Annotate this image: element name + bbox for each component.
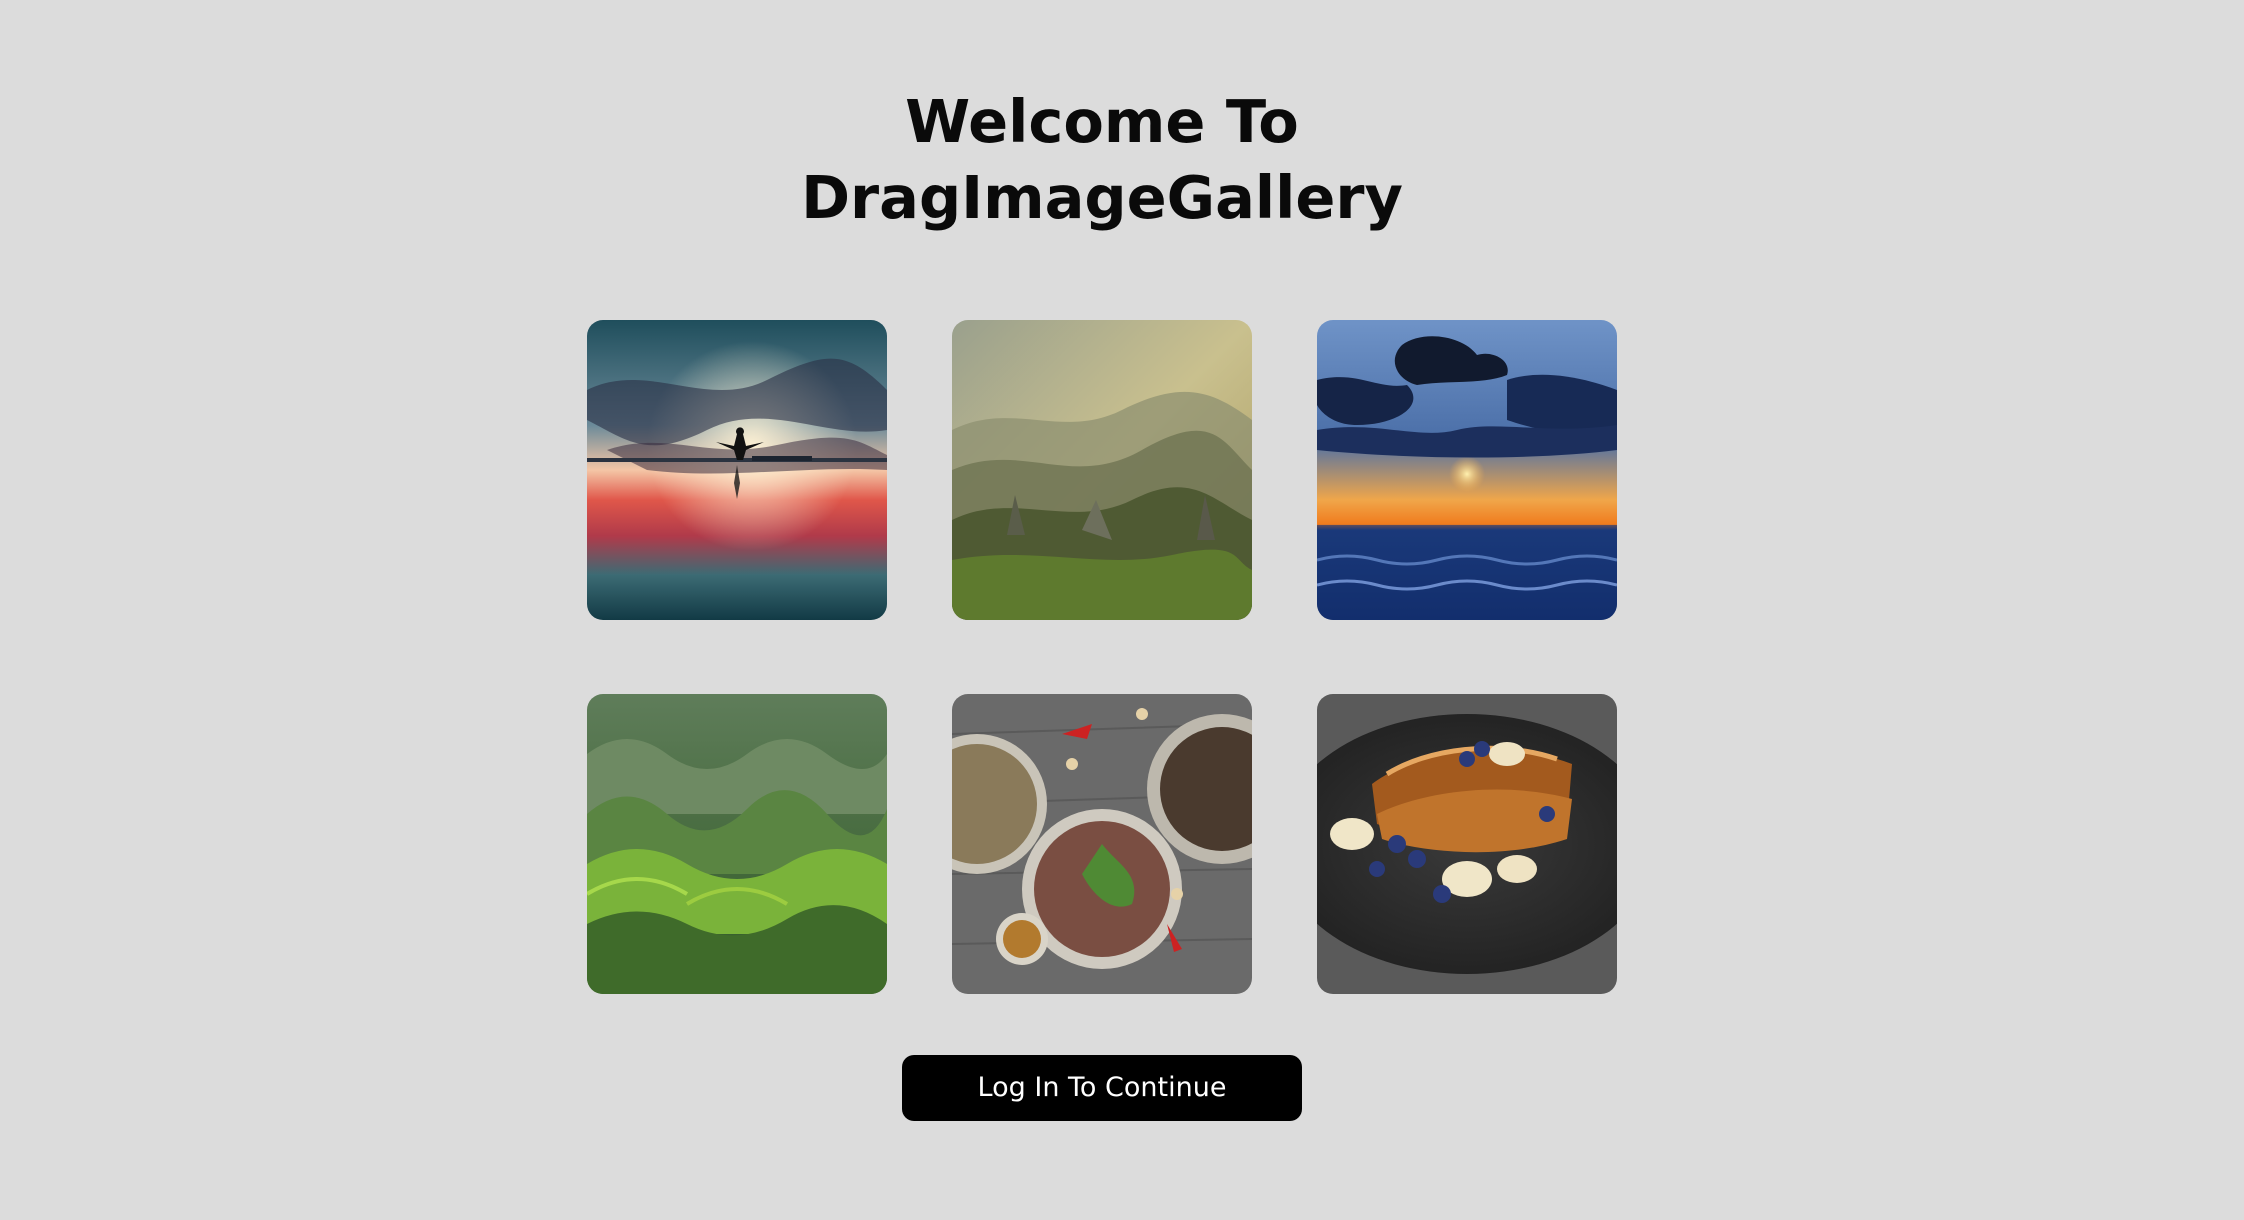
mountain-valley-image — [952, 320, 1252, 620]
french-toast-image — [1317, 694, 1617, 994]
image-gallery — [587, 320, 1618, 994]
gallery-image-green-hills[interactable] — [587, 694, 887, 994]
ocean-sunset-image — [1317, 320, 1617, 620]
green-hills-image — [587, 694, 887, 994]
welcome-page: Welcome To DragImageGallery Log In To Co… — [0, 0, 2244, 1220]
gallery-image-sunset-silhouette[interactable] — [587, 320, 887, 620]
page-title-line-2: DragImageGallery — [801, 163, 1403, 232]
gallery-image-french-toast[interactable] — [1317, 694, 1617, 994]
gallery-image-mountain-valley[interactable] — [952, 320, 1252, 620]
gallery-image-food-plates[interactable] — [952, 694, 1252, 994]
page-title-line-1: Welcome To — [905, 87, 1299, 156]
gallery-image-ocean-sunset[interactable] — [1317, 320, 1617, 620]
login-button[interactable]: Log In To Continue — [902, 1055, 1302, 1121]
sunset-silhouette-image — [587, 320, 887, 620]
page-title: Welcome To DragImageGallery — [0, 84, 2204, 236]
food-plates-image — [952, 694, 1252, 994]
